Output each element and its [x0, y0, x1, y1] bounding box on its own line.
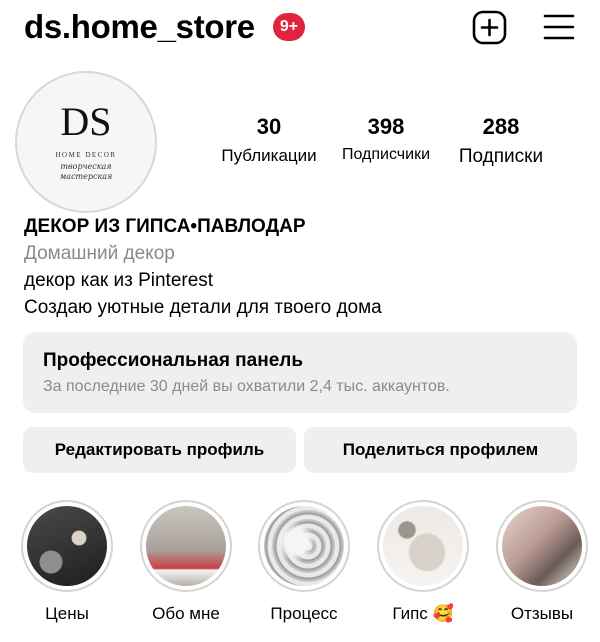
- plus-square-icon[interactable]: [472, 10, 507, 45]
- profile-username[interactable]: ds.home_store: [24, 8, 255, 46]
- posts-count[interactable]: 30 Публикации: [212, 114, 326, 166]
- highlight-ring: [258, 500, 350, 592]
- following-value: 288: [482, 114, 520, 139]
- logo-tagline-1: творческая: [60, 162, 111, 171]
- profile-bio: ДЕКОР ИЗ ГИПСА•ПАВЛОДАР Домашний декор д…: [24, 214, 584, 321]
- posts-value: 30: [256, 114, 282, 139]
- top-bar: ds.home_store 9+: [0, 0, 600, 58]
- edit-profile-button[interactable]: Редактировать профиль: [23, 427, 296, 473]
- hamburger-menu-icon[interactable]: [543, 12, 575, 42]
- followers-count[interactable]: 398 Подписчики: [330, 114, 442, 164]
- highlight-prices[interactable]: Цены: [19, 500, 115, 624]
- posts-label: Публикации: [221, 146, 317, 165]
- highlight-label: Гипс 🥰: [392, 604, 454, 623]
- highlight-reviews[interactable]: Отзывы: [494, 500, 590, 624]
- professional-dashboard[interactable]: Профессиональная панель За последние 30 …: [23, 332, 577, 413]
- share-profile-button[interactable]: Поделиться профилем: [304, 427, 577, 473]
- pro-panel-title: Профессиональная панель: [43, 350, 304, 371]
- followers-label: Подписчики: [341, 146, 430, 163]
- highlight-cover: [27, 506, 107, 586]
- profile-display-name: ДЕКОР ИЗ ГИПСА•ПАВЛОДАР: [24, 216, 306, 237]
- highlight-about[interactable]: Обо мне: [138, 500, 234, 624]
- highlight-cover: [146, 506, 226, 586]
- bio-line-1: декор как из Pinterest: [24, 270, 214, 291]
- following-label: Подписки: [458, 146, 544, 167]
- highlight-label: Процесс: [270, 604, 338, 623]
- logo-tagline-2: мастерская: [60, 172, 113, 181]
- logo-letters: DS: [60, 99, 111, 144]
- highlight-process[interactable]: Процесс: [256, 500, 352, 624]
- bio-line-2: Создаю уютные детали для твоего дома: [24, 297, 382, 318]
- highlight-ring: [140, 500, 232, 592]
- following-count[interactable]: 288 Подписки: [448, 114, 554, 168]
- highlight-label: Отзывы: [510, 604, 574, 623]
- highlight-ring: [377, 500, 469, 592]
- highlight-label: Цены: [45, 604, 89, 623]
- highlight-ring: [496, 500, 588, 592]
- logo-subtitle: HOME DECOR: [55, 151, 116, 159]
- profile-avatar[interactable]: DS HOME DECOR творческая мастерская: [15, 71, 157, 213]
- highlight-ring: [21, 500, 113, 592]
- pro-panel-subtitle: За последние 30 дней вы охватили 2,4 тыс…: [43, 378, 450, 395]
- ds-logo: DS HOME DECOR творческая мастерская: [55, 99, 116, 181]
- highlight-gypsum[interactable]: Гипс 🥰: [375, 500, 471, 624]
- profile-category: Домашний декор: [24, 243, 175, 264]
- followers-value: 398: [367, 114, 405, 139]
- highlight-cover: [502, 506, 582, 586]
- highlight-label: Обо мне: [152, 604, 220, 623]
- notification-badge[interactable]: 9+: [273, 13, 305, 41]
- highlight-cover: [264, 506, 344, 586]
- highlight-cover: [383, 506, 463, 586]
